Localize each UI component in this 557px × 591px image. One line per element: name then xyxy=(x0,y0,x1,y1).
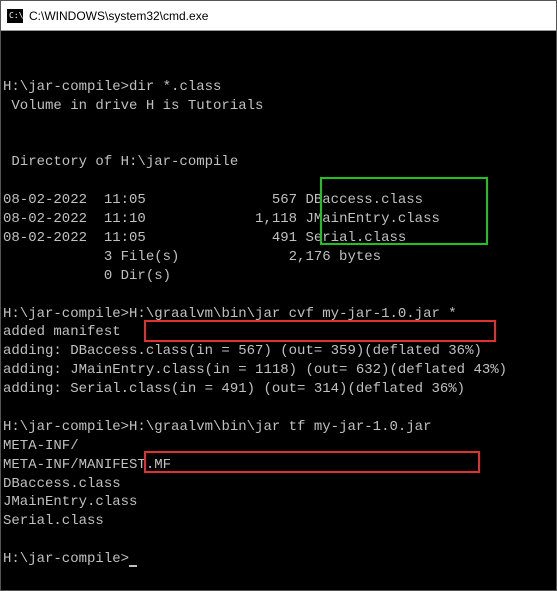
output-line: META-INF/ xyxy=(3,438,79,454)
cursor xyxy=(129,565,137,567)
command-text: H:\graalvm\bin\jar tf my-jar-1.0.jar xyxy=(129,419,431,435)
output-line: adding: DBaccess.class(in = 567) (out= 3… xyxy=(3,343,482,359)
output-line: adding: JMainEntry.class(in = 1118) (out… xyxy=(3,362,507,378)
window-title: C:\WINDOWS\system32\cmd.exe xyxy=(29,9,208,23)
output-line: Volume in drive H is Tutorials xyxy=(3,98,263,114)
output-line: Serial.class xyxy=(3,513,104,529)
prompt: H:\jar-compile> xyxy=(3,306,129,322)
output-line: 0 Dir(s) xyxy=(3,268,171,284)
terminal-output[interactable]: H:\jar-compile>dir *.class Volume in dri… xyxy=(1,31,556,571)
output-line: META-INF/MANIFEST.MF xyxy=(3,457,171,473)
output-line: 3 File(s) 2,176 bytes xyxy=(3,249,381,265)
output-line: JMainEntry.class xyxy=(3,494,137,510)
command-text: H:\graalvm\bin\jar cvf my-jar-1.0.jar * xyxy=(129,306,457,322)
prompt: H:\jar-compile> xyxy=(3,79,129,95)
cmd-icon: C:\. xyxy=(7,9,23,23)
file-row: 08-02-2022 11:10 1,118 JMainEntry.class xyxy=(3,211,440,227)
file-row: 08-02-2022 11:05 567 DBaccess.class xyxy=(3,192,423,208)
file-row: 08-02-2022 11:05 491 Serial.class xyxy=(3,230,406,246)
command-text: dir *.class xyxy=(129,79,221,95)
output-line: added manifest xyxy=(3,324,121,340)
output-line: DBaccess.class xyxy=(3,476,121,492)
prompt: H:\jar-compile> xyxy=(3,551,129,567)
window-titlebar[interactable]: C:\. C:\WINDOWS\system32\cmd.exe xyxy=(1,1,556,31)
output-line: Directory of H:\jar-compile xyxy=(3,154,238,170)
output-line: adding: Serial.class(in = 491) (out= 314… xyxy=(3,381,465,397)
prompt: H:\jar-compile> xyxy=(3,419,129,435)
